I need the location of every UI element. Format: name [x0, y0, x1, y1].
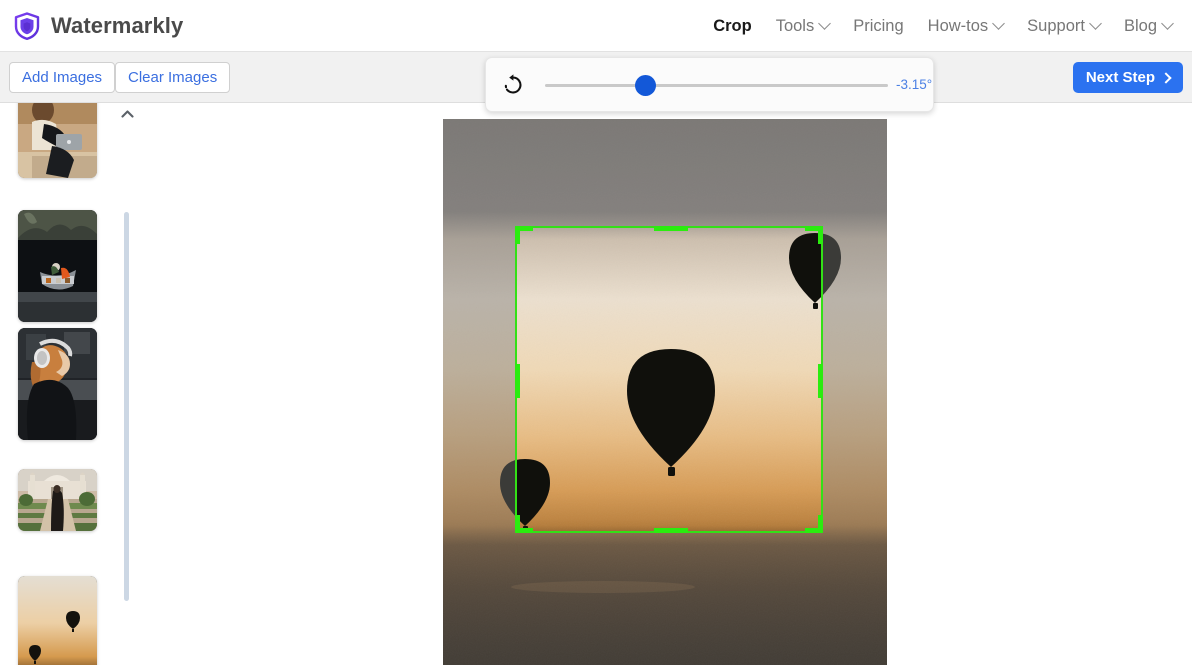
- chevron-down-icon: [992, 16, 1006, 30]
- thumbnail-woman-with-headphones[interactable]: [18, 328, 97, 440]
- app-header: Watermarkly Crop Tools Pricing How-tos S…: [0, 0, 1192, 52]
- nav-label-crop: Crop: [713, 16, 752, 35]
- rotation-value: -3.15°: [896, 77, 933, 92]
- nav-label-tools: Tools: [775, 16, 815, 35]
- thumbnail-hot-air-balloons-sunrise[interactable]: [18, 576, 97, 665]
- nav-item-support[interactable]: Support: [1015, 0, 1112, 52]
- nav-item-tools[interactable]: Tools: [764, 0, 842, 52]
- shield-icon: [14, 11, 40, 40]
- crop-selection-box[interactable]: [515, 226, 823, 533]
- brand-name: Watermarkly: [51, 12, 184, 38]
- chevron-down-icon: [1089, 16, 1102, 30]
- image-thumbnail-sidebar: [0, 103, 116, 665]
- sidebar-collapse-chevron-up-icon[interactable]: [121, 106, 134, 118]
- thumbnail-boat-on-dark-lake[interactable]: [18, 210, 97, 322]
- nav-item-crop[interactable]: Crop: [701, 0, 764, 52]
- next-step-label: Next Step: [1085, 69, 1155, 86]
- thumbnail-taj-mahal-pathway[interactable]: [18, 469, 97, 531]
- crop-handle-top-right[interactable]: [818, 226, 823, 244]
- crop-handle-top-left[interactable]: [515, 226, 520, 244]
- nav-item-pricing[interactable]: Pricing: [841, 0, 915, 52]
- crop-handle-bottom-center[interactable]: [654, 528, 688, 533]
- nav-label-how-tos: How-tos: [927, 16, 989, 35]
- clear-images-button[interactable]: Clear Images: [115, 62, 231, 93]
- chevron-down-icon: [1161, 16, 1174, 30]
- brand[interactable]: Watermarkly: [14, 11, 184, 40]
- add-images-button[interactable]: Add Images: [9, 62, 116, 93]
- crop-handle-middle-left[interactable]: [515, 364, 520, 398]
- nav-label-support: Support: [1027, 16, 1085, 35]
- crop-image-stage[interactable]: [443, 119, 887, 665]
- crop-canvas: [116, 103, 1192, 665]
- nav-label-blog: Blog: [1123, 16, 1157, 35]
- rotation-panel: -3.15°: [485, 57, 934, 112]
- chevron-down-icon: [818, 16, 832, 30]
- thumbnail-woman-reading-with-laptop[interactable]: [18, 103, 97, 178]
- chevron-right-icon: [1160, 71, 1172, 84]
- rotate-counterclockwise-icon[interactable]: [501, 73, 525, 97]
- crop-handle-bottom-right[interactable]: [818, 515, 823, 533]
- rotation-slider[interactable]: [545, 73, 888, 97]
- crop-handle-top-center[interactable]: [654, 226, 688, 231]
- crop-handle-middle-right[interactable]: [818, 364, 823, 398]
- main-nav: Crop Tools Pricing How-tos Support Blog: [701, 0, 1184, 52]
- nav-item-blog[interactable]: Blog: [1112, 0, 1184, 52]
- next-step-button[interactable]: Next Step: [1072, 62, 1183, 93]
- sidebar-scrollbar[interactable]: [124, 212, 129, 601]
- nav-item-how-tos[interactable]: How-tos: [916, 0, 1016, 52]
- nav-label-pricing: Pricing: [853, 16, 904, 35]
- rotation-slider-track[interactable]: [545, 83, 888, 87]
- crop-handle-bottom-left[interactable]: [515, 515, 520, 533]
- rotation-slider-thumb[interactable]: [635, 74, 656, 96]
